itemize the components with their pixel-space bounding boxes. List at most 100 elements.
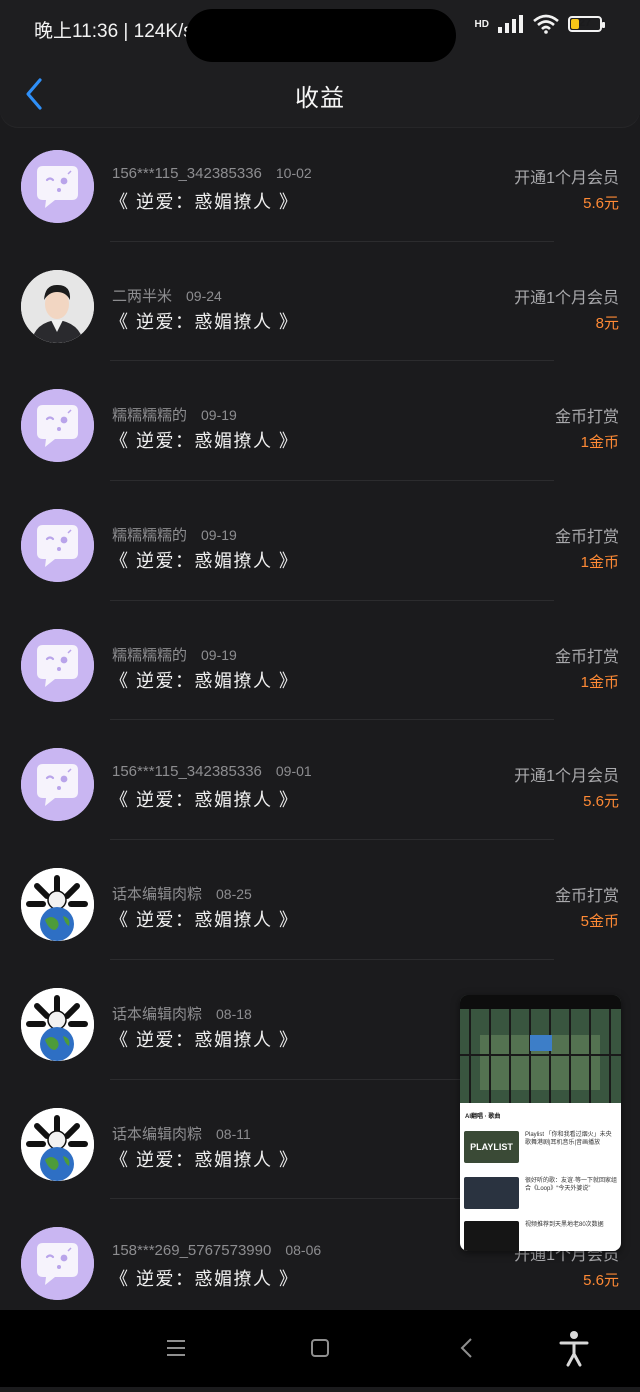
row-meta: 二两半米 09-24 bbox=[112, 285, 222, 306]
floating-thumb: PLAYLIST bbox=[464, 1131, 519, 1163]
menu-icon bbox=[167, 1340, 185, 1356]
page-title: 收益 bbox=[295, 85, 345, 112]
row-meta: 158***269_5767573990 08-06 bbox=[112, 1242, 321, 1259]
status-icons: HD 27 bbox=[474, 14, 605, 34]
avatar bbox=[21, 628, 94, 702]
user-name: 156***115_342385336 bbox=[112, 165, 262, 182]
user-photo-avatar bbox=[21, 269, 94, 343]
user-name: 158***269_5767573990 bbox=[112, 1242, 272, 1260]
home-button[interactable] bbox=[290, 1310, 350, 1387]
reward-type: 开通1个月会员 bbox=[514, 170, 619, 187]
row-date: 09-19 bbox=[201, 527, 237, 544]
row-meta: 话本编辑肉粽 08-25 bbox=[112, 883, 252, 904]
default-avatar-icon bbox=[21, 150, 94, 223]
battery-icon: 27 bbox=[568, 16, 605, 32]
row-meta: 156***115_342385336 09-01 bbox=[112, 763, 312, 780]
avatar bbox=[21, 1227, 94, 1301]
row-meta: 话本编辑肉粽 08-18 bbox=[112, 1003, 252, 1024]
signal-icon bbox=[498, 15, 523, 33]
floating-window[interactable]: AI翻唱 · 歌曲 PLAYLIST Playlist 「你和我看过烟火」未央歌… bbox=[460, 995, 621, 1251]
floating-video[interactable] bbox=[460, 995, 621, 1103]
row-date: 09-01 bbox=[275, 763, 312, 780]
avatar bbox=[21, 150, 94, 223]
floating-list-item[interactable]: PLAYLIST Playlist 「你和我看过烟火」未央歌舞港剧|耳机音乐|音… bbox=[464, 1131, 617, 1169]
row-date: 09-19 bbox=[201, 407, 237, 424]
user-name: 话本编辑肉粽 bbox=[112, 1125, 203, 1143]
battery-level: 27 bbox=[578, 17, 592, 29]
user-name: 话本编辑肉粽 bbox=[112, 886, 203, 904]
floating-item-text: 很好听的歌：友谊·等一下就回家组合《Loop》“今天外婆说” bbox=[525, 1178, 617, 1192]
book-title: 《 逆爱：惑媚撩人 》 bbox=[110, 1149, 299, 1170]
reward-type: 金币打赏 bbox=[554, 529, 619, 547]
book-title: 《 逆爱：惑媚撩人 》 bbox=[110, 551, 299, 572]
book-title: 《 逆爱：惑媚撩人 》 bbox=[110, 910, 299, 931]
book-title: 《 逆爱：惑媚撩人 》 bbox=[110, 431, 299, 452]
reward-amount: 1金币 bbox=[580, 673, 619, 691]
floating-item-text: Playlist 「你和我看过烟火」未央歌舞港剧|耳机音乐|音画播放 bbox=[525, 1132, 612, 1146]
avatar bbox=[21, 748, 94, 822]
avatar bbox=[21, 269, 94, 343]
book-title: 《 逆爱：惑媚撩人 》 bbox=[110, 192, 299, 212]
book-title: 《 逆爱：惑媚撩人 》 bbox=[110, 1269, 299, 1290]
menu-button[interactable] bbox=[146, 1310, 206, 1387]
user-name: 二两半米 bbox=[112, 287, 173, 305]
avatar bbox=[21, 987, 94, 1061]
user-name: 糯糯糯糯的 bbox=[112, 527, 188, 545]
user-name: 糯糯糯糯的 bbox=[112, 407, 188, 425]
floating-thumb bbox=[464, 1221, 519, 1251]
list-item[interactable]: 糯糯糯糯的 09-19 《 逆爱：惑媚撩人 》 金币打赏 1金币 bbox=[0, 361, 640, 482]
row-meta: 糯糯糯糯的 09-19 bbox=[112, 404, 237, 425]
list-item[interactable]: 糯糯糯糯的 09-19 《 逆爱：惑媚撩人 》 金币打赏 1金币 bbox=[0, 601, 640, 721]
floating-heading: AI翻唱 · 歌曲 bbox=[465, 1114, 501, 1120]
row-date: 08-06 bbox=[285, 1242, 322, 1259]
globe-avatar-icon bbox=[21, 868, 94, 942]
row-date: 08-25 bbox=[216, 886, 252, 903]
camera-notch bbox=[186, 9, 456, 62]
list-item[interactable]: 二两半米 09-24 《 逆爱：惑媚撩人 》 开通1个月会员 8元 bbox=[0, 242, 640, 362]
user-name: 156***115_342385336 bbox=[112, 763, 262, 781]
home-square-icon bbox=[311, 1339, 329, 1357]
reward-amount: 5.6元 bbox=[583, 793, 619, 811]
floating-list-item[interactable]: 视频推荐到天黑地老80次数据 bbox=[464, 1221, 617, 1251]
reward-amount: 1金币 bbox=[580, 554, 619, 572]
wifi-icon bbox=[533, 14, 559, 34]
row-meta: 话本编辑肉粽 08-11 bbox=[112, 1123, 251, 1144]
user-name: 糯糯糯糯的 bbox=[112, 646, 188, 664]
row-meta: 156***115_342385336 10-02 bbox=[112, 165, 312, 182]
reward-amount: 5金币 bbox=[580, 913, 619, 931]
row-meta: 糯糯糯糯的 09-19 bbox=[112, 524, 237, 545]
reward-type: 金币打赏 bbox=[554, 888, 619, 906]
reward-amount: 5.6元 bbox=[583, 195, 619, 212]
default-avatar-icon bbox=[21, 389, 94, 463]
nav-back-button[interactable] bbox=[436, 1310, 496, 1387]
user-name: 话本编辑肉粽 bbox=[112, 1005, 203, 1023]
avatar bbox=[21, 389, 94, 463]
floating-item-text: 视频推荐到天黑地老80次数据 bbox=[525, 1222, 604, 1228]
list-item[interactable]: 话本编辑肉粽 08-25 《 逆爱：惑媚撩人 》 金币打赏 5金币 bbox=[0, 840, 640, 960]
default-avatar-icon bbox=[21, 509, 94, 583]
list-item[interactable]: 156***115_342385336 09-01 《 逆爱：惑媚撩人 》 开通1… bbox=[0, 720, 640, 841]
row-date: 09-24 bbox=[186, 287, 222, 304]
floating-thumb bbox=[464, 1177, 519, 1209]
globe-avatar-icon bbox=[21, 1107, 94, 1181]
row-date: 08-18 bbox=[216, 1005, 252, 1022]
row-date: 09-19 bbox=[201, 646, 237, 663]
list-item[interactable]: 156***115_342385336 10-02 《 逆爱：惑媚撩人 》 开通1… bbox=[0, 122, 640, 242]
avatar bbox=[21, 868, 94, 942]
reward-type: 金币打赏 bbox=[554, 409, 619, 427]
status-time: 晚上11:36 | 124K/s bbox=[34, 21, 193, 42]
reward-type: 开通1个月会员 bbox=[514, 768, 619, 786]
row-meta: 糯糯糯糯的 09-19 bbox=[112, 644, 237, 665]
network-label: HD bbox=[474, 18, 489, 30]
list-item[interactable]: 糯糯糯糯的 09-19 《 逆爱：惑媚撩人 》 金币打赏 1金币 bbox=[0, 481, 640, 601]
globe-avatar-icon bbox=[21, 987, 94, 1061]
video-frame bbox=[460, 995, 621, 1103]
floating-list-item[interactable]: 很好听的歌：友谊·等一下就回家组合《Loop》“今天外婆说” bbox=[464, 1177, 617, 1215]
default-avatar-icon bbox=[21, 748, 94, 822]
accessibility-button[interactable] bbox=[544, 1310, 604, 1387]
row-date: 08-11 bbox=[216, 1125, 251, 1142]
system-nav-bar bbox=[0, 1310, 640, 1387]
default-avatar-icon bbox=[21, 1227, 94, 1301]
back-triangle-icon bbox=[460, 1338, 472, 1358]
book-title: 《 逆爱：惑媚撩人 》 bbox=[110, 790, 299, 811]
